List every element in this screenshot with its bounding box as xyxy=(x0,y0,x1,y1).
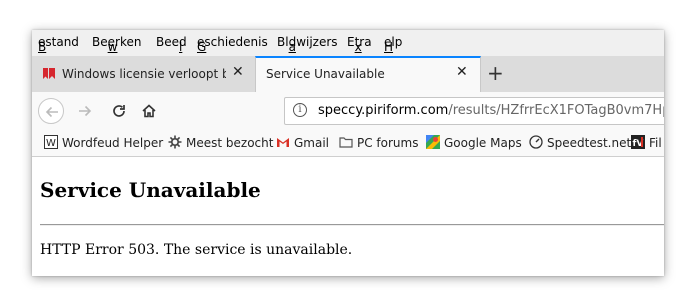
menu-item-extra[interactable]: Ex tra xyxy=(347,35,372,54)
bookmarks-toolbar: W Wordfeud Helper Meest bezocht Gmail PC … xyxy=(32,130,664,157)
tab-title: Service Unavailable xyxy=(266,67,385,81)
arrow-left-icon xyxy=(45,106,58,118)
address-bar[interactable]: i speccy.piriform.com/results/HZfrrEcX1F… xyxy=(284,97,664,125)
divider xyxy=(40,224,664,226)
maps-icon xyxy=(426,135,440,149)
speedometer-icon xyxy=(529,135,543,149)
arrow-right-icon xyxy=(79,105,92,117)
reload-icon xyxy=(113,105,125,117)
menu-item-beeld[interactable]: Bee l d xyxy=(156,35,187,54)
gear-icon xyxy=(168,135,182,149)
menu-item-geschiedenis[interactable]: Geschiedenis xyxy=(197,35,268,54)
fv-icon: fV xyxy=(631,135,645,149)
bookmark-speedtest[interactable]: Speedtest.net xyxy=(529,135,631,150)
tab-title: Windows licensie verloopt binn xyxy=(62,67,226,81)
bookmark-fil[interactable]: fV Fil xyxy=(631,135,662,150)
gmail-icon xyxy=(276,135,290,149)
home-icon xyxy=(142,104,156,118)
navigation-toolbar: i speccy.piriform.com/results/HZfrrEcX1F… xyxy=(32,92,664,131)
folder-icon xyxy=(339,135,353,149)
svg-text:W: W xyxy=(46,138,56,149)
error-message: HTTP Error 503. The service is unavailab… xyxy=(40,242,353,258)
browser-window: Bestand Be w erken Bee l d Geschiedenis Bl a d… xyxy=(32,30,664,276)
bookmark-wordfeud-helper[interactable]: W Wordfeud Helper xyxy=(44,135,163,150)
page-title: Service Unavailable xyxy=(40,178,261,202)
menu-item-help[interactable]: Help xyxy=(384,35,402,54)
menu-bar: Bestand Be w erken Bee l d Geschiedenis Bl a d… xyxy=(32,30,664,56)
tab-windows-licensie[interactable]: Windows licensie verloopt binn ✕ xyxy=(32,56,254,92)
info-icon[interactable]: i xyxy=(293,103,307,117)
bookmark-meest-bezocht[interactable]: Meest bezocht xyxy=(168,135,273,150)
close-icon[interactable]: ✕ xyxy=(456,64,468,80)
close-icon[interactable]: ✕ xyxy=(232,64,244,80)
page-content: Service Unavailable HTTP Error 503. The … xyxy=(32,157,664,276)
menu-item-bestand[interactable]: Bestand xyxy=(38,35,79,54)
bookmark-google-maps[interactable]: Google Maps xyxy=(426,135,522,150)
red-bookmark-icon xyxy=(42,67,56,81)
url-text: speccy.piriform.com/results/HZfrrEcX1FOT… xyxy=(318,103,664,118)
bookmark-pc-forums[interactable]: PC forums xyxy=(339,135,418,150)
forward-button[interactable] xyxy=(72,98,98,124)
tab-service-unavailable[interactable]: Service Unavailable ✕ xyxy=(255,56,481,92)
new-tab-button[interactable]: + xyxy=(487,61,504,85)
home-button[interactable] xyxy=(136,98,162,124)
menu-item-bewerken[interactable]: Be w erken xyxy=(92,35,141,54)
tab-bar: Windows licensie verloopt binn ✕ Service… xyxy=(32,56,664,92)
back-button[interactable] xyxy=(38,98,64,124)
menu-item-bladwijzers[interactable]: Bl a dwijzers xyxy=(277,35,338,54)
reload-button[interactable] xyxy=(106,98,132,124)
wordfeud-icon: W xyxy=(44,135,58,149)
bookmark-gmail[interactable]: Gmail xyxy=(276,135,329,150)
